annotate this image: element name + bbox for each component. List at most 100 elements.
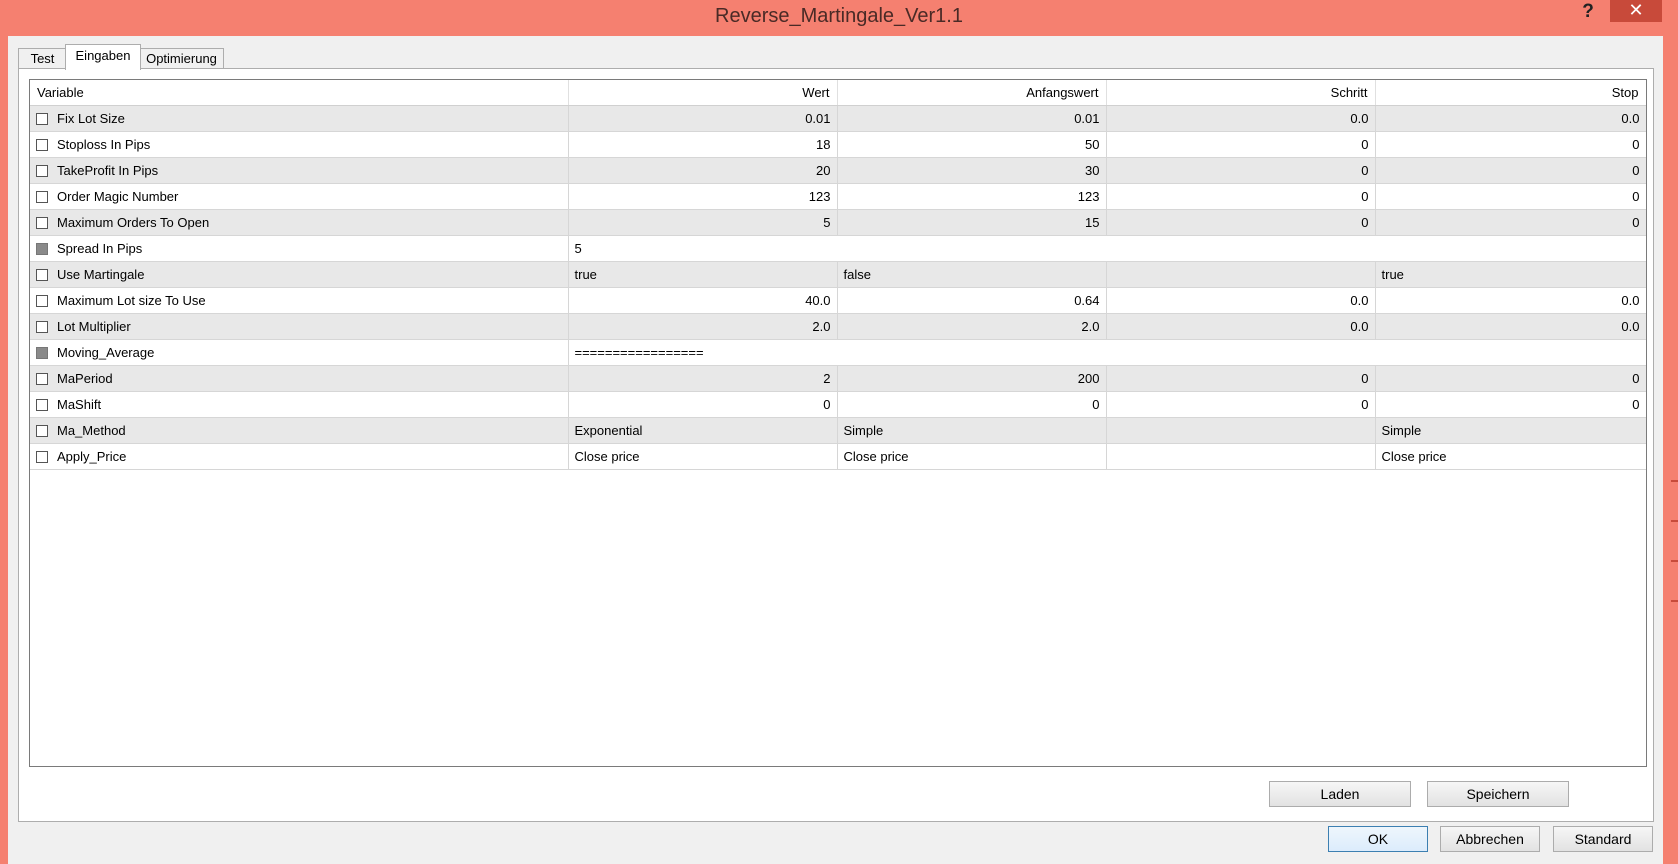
start-value-cell[interactable]: 200 xyxy=(837,365,1107,392)
stop-cell[interactable]: 0.0 xyxy=(1375,313,1646,340)
start-value-cell[interactable]: Simple xyxy=(837,417,1107,444)
load-button[interactable]: Laden xyxy=(1269,781,1411,807)
stop-cell[interactable]: 0.0 xyxy=(1375,287,1646,314)
value-cell[interactable]: 40.0 xyxy=(568,287,838,314)
start-value-cell[interactable]: 0.01 xyxy=(837,105,1107,132)
optimize-checkbox[interactable] xyxy=(36,321,48,333)
standard-button[interactable]: Standard xyxy=(1553,826,1653,852)
variable-name: MaPeriod xyxy=(57,371,113,386)
optimize-checkbox[interactable] xyxy=(36,425,48,437)
start-value-cell[interactable]: Close price xyxy=(837,443,1107,470)
value-cell[interactable]: 20 xyxy=(568,157,838,184)
column-header-anfangswert[interactable]: Anfangswert xyxy=(837,80,1107,106)
optimize-checkbox[interactable] xyxy=(36,373,48,385)
table-row[interactable]: Lot Multiplier 2.0 2.0 0.0 0.0 xyxy=(30,313,1646,340)
optimize-checkbox[interactable] xyxy=(36,113,48,125)
stop-cell[interactable]: Close price xyxy=(1375,443,1646,470)
value-cell[interactable]: ================= xyxy=(568,339,1646,366)
optimize-checkbox[interactable] xyxy=(36,295,48,307)
stop-cell[interactable]: Simple xyxy=(1375,417,1646,444)
step-cell[interactable] xyxy=(1106,261,1376,288)
value-cell[interactable]: 123 xyxy=(568,183,838,210)
start-value-cell[interactable]: false xyxy=(837,261,1107,288)
optimize-checkbox[interactable] xyxy=(36,269,48,281)
value-cell[interactable]: true xyxy=(568,261,838,288)
window-title: Reverse_Martingale_Ver1.1 xyxy=(715,5,963,27)
variable-cell: Moving_Average xyxy=(30,339,569,366)
optimize-checkbox[interactable] xyxy=(36,139,48,151)
value-cell[interactable]: 2 xyxy=(568,365,838,392)
optimize-checkbox[interactable] xyxy=(36,191,48,203)
parameters-grid: Variable Wert Anfangswert Schritt Stop F… xyxy=(29,79,1647,767)
step-cell[interactable]: 0.0 xyxy=(1106,105,1376,132)
value-cell[interactable]: 2.0 xyxy=(568,313,838,340)
value-cell[interactable]: 0.01 xyxy=(568,105,838,132)
table-row[interactable]: Stoploss In Pips 18 50 0 0 xyxy=(30,131,1646,158)
ok-button[interactable]: OK xyxy=(1328,826,1428,852)
step-cell[interactable]: 0 xyxy=(1106,209,1376,236)
optimize-checkbox xyxy=(36,243,48,255)
stop-cell[interactable]: 0.0 xyxy=(1375,105,1646,132)
table-row[interactable]: Ma_Method Exponential Simple Simple xyxy=(30,417,1646,444)
optimize-checkbox[interactable] xyxy=(36,165,48,177)
start-value-cell[interactable]: 123 xyxy=(837,183,1107,210)
column-header-variable[interactable]: Variable xyxy=(30,80,569,106)
stop-cell[interactable]: 0 xyxy=(1375,183,1646,210)
start-value-cell[interactable]: 0 xyxy=(837,391,1107,418)
tab-optimierung[interactable]: Optimierung xyxy=(139,48,224,69)
stop-cell[interactable]: 0 xyxy=(1375,131,1646,158)
table-row[interactable]: MaPeriod 2 200 0 0 xyxy=(30,365,1646,392)
tab-test[interactable]: Test xyxy=(18,48,67,69)
step-cell[interactable]: 0.0 xyxy=(1106,287,1376,314)
step-cell[interactable]: 0 xyxy=(1106,131,1376,158)
start-value-cell[interactable]: 15 xyxy=(837,209,1107,236)
save-button[interactable]: Speichern xyxy=(1427,781,1569,807)
column-header-schritt[interactable]: Schritt xyxy=(1106,80,1376,106)
table-row[interactable]: Maximum Orders To Open 5 15 0 0 xyxy=(30,209,1646,236)
stop-cell[interactable]: 0 xyxy=(1375,209,1646,236)
column-header-wert[interactable]: Wert xyxy=(568,80,838,106)
value-cell[interactable]: Exponential xyxy=(568,417,838,444)
optimize-checkbox[interactable] xyxy=(36,399,48,411)
value-cell[interactable]: 0 xyxy=(568,391,838,418)
help-button[interactable]: ? xyxy=(1568,0,1608,26)
optimize-checkbox[interactable] xyxy=(36,451,48,463)
start-value-cell[interactable]: 50 xyxy=(837,131,1107,158)
variable-cell: Lot Multiplier xyxy=(30,313,569,340)
step-cell[interactable] xyxy=(1106,417,1376,444)
column-header-stop[interactable]: Stop xyxy=(1375,80,1646,106)
start-value-cell[interactable]: 0.64 xyxy=(837,287,1107,314)
stop-cell[interactable]: 0 xyxy=(1375,365,1646,392)
stop-cell[interactable]: true xyxy=(1375,261,1646,288)
start-value-cell[interactable]: 2.0 xyxy=(837,313,1107,340)
table-row[interactable]: Order Magic Number 123 123 0 0 xyxy=(30,183,1646,210)
dialog-client: Test Eingaben Optimierung Variable Wert … xyxy=(8,36,1663,864)
optimize-checkbox[interactable] xyxy=(36,217,48,229)
step-cell[interactable]: 0 xyxy=(1106,183,1376,210)
step-cell[interactable]: 0.0 xyxy=(1106,313,1376,340)
table-row[interactable]: Spread In Pips 5 xyxy=(30,235,1646,262)
step-cell[interactable] xyxy=(1106,443,1376,470)
stop-cell[interactable]: 0 xyxy=(1375,157,1646,184)
table-row[interactable]: MaShift 0 0 0 0 xyxy=(30,391,1646,418)
cancel-button[interactable]: Abbrechen xyxy=(1440,826,1540,852)
table-row[interactable]: TakeProfit In Pips 20 30 0 0 xyxy=(30,157,1646,184)
stop-cell[interactable]: 0 xyxy=(1375,391,1646,418)
table-row[interactable]: Apply_Price Close price Close price Close p… xyxy=(30,443,1646,470)
table-row[interactable]: Moving_Average ================= xyxy=(30,339,1646,366)
start-value-cell[interactable]: 30 xyxy=(837,157,1107,184)
value-cell[interactable]: 5 xyxy=(568,209,838,236)
value-cell[interactable]: 18 xyxy=(568,131,838,158)
value-cell[interactable]: 5 xyxy=(568,235,1646,262)
step-cell[interactable]: 0 xyxy=(1106,157,1376,184)
variable-name: Apply_Price xyxy=(57,449,127,464)
header-row: Variable Wert Anfangswert Schritt Stop xyxy=(30,80,1646,106)
table-row[interactable]: Use Martingale true false true xyxy=(30,261,1646,288)
table-row[interactable]: Fix Lot Size 0.01 0.01 0.0 0.0 xyxy=(30,105,1646,132)
value-cell[interactable]: Close price xyxy=(568,443,838,470)
step-cell[interactable]: 0 xyxy=(1106,391,1376,418)
close-button[interactable]: ✕ xyxy=(1610,0,1662,22)
tab-eingaben[interactable]: Eingaben xyxy=(65,44,141,70)
table-row[interactable]: Maximum Lot size To Use 40.0 0.64 0.0 0.0 xyxy=(30,287,1646,314)
step-cell[interactable]: 0 xyxy=(1106,365,1376,392)
